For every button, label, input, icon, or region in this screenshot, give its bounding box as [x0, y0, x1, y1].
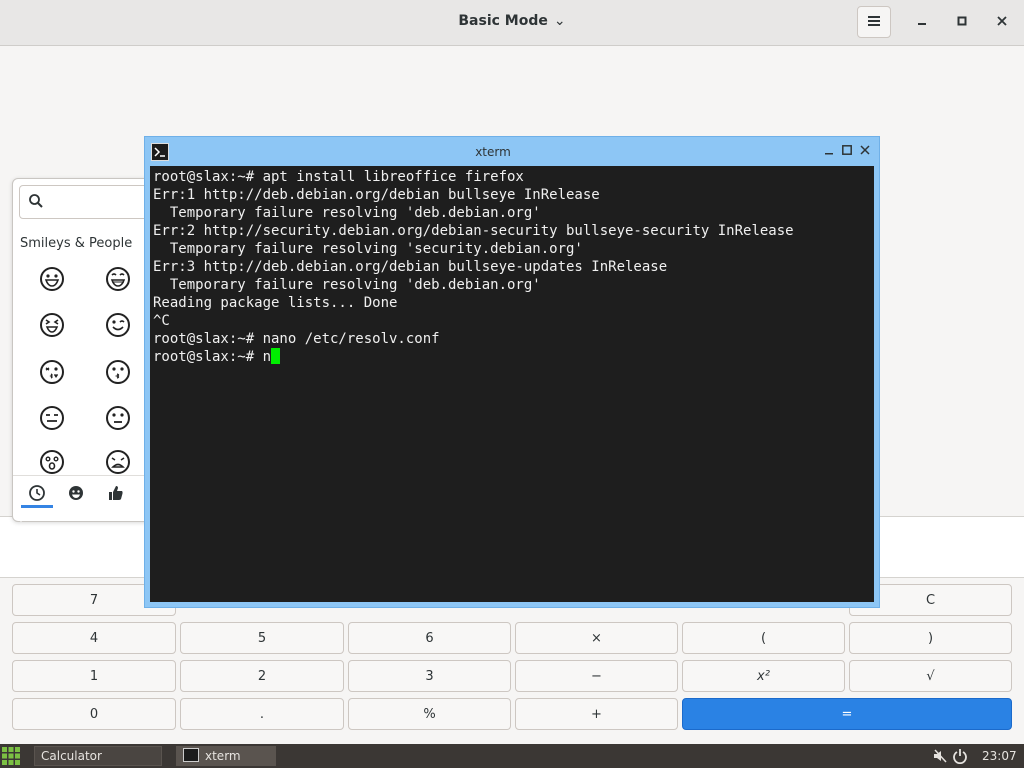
terminal-line: Temporary failure resolving 'deb.debian.…: [153, 205, 541, 221]
minimize-button[interactable]: [906, 6, 938, 38]
terminal-line: Err:3 http://deb.debian.org/debian bulls…: [153, 259, 668, 275]
neutral-face-emoji[interactable]: [105, 405, 131, 431]
terminal-line: root@slax:~# apt install libreoffice fir…: [153, 169, 524, 185]
kissing-heart-face-emoji[interactable]: [39, 359, 65, 385]
xterm-maximize-button[interactable]: [839, 143, 855, 159]
disappointed-face-emoji[interactable]: [105, 449, 131, 475]
key-close-paren[interactable]: ): [849, 622, 1012, 654]
emoji-category-label: Smileys & People: [20, 236, 133, 251]
terminal-icon: [183, 748, 199, 762]
power-icon[interactable]: [952, 748, 968, 764]
key-6[interactable]: 6: [348, 622, 511, 654]
key-square[interactable]: x²: [682, 660, 845, 692]
terminal-prompt-line: root@slax:~# n: [153, 349, 272, 365]
terminal-line: root@slax:~# nano /etc/resolv.conf: [153, 331, 440, 347]
key-5[interactable]: 5: [180, 622, 344, 654]
menu-button[interactable]: [857, 6, 891, 38]
terminal-line: Temporary failure resolving 'deb.debian.…: [153, 277, 541, 293]
xterm-titlebar[interactable]: xterm: [145, 137, 879, 167]
key-percent[interactable]: %: [348, 698, 511, 730]
start-menu-icon[interactable]: [2, 747, 20, 765]
emoji-category-tabs: [13, 475, 163, 521]
hamburger-icon: [868, 16, 880, 26]
taskbar-item-calculator[interactable]: Calculator: [34, 746, 162, 766]
clock[interactable]: 23:07: [982, 749, 1017, 763]
taskbar-item-label: xterm: [205, 749, 241, 763]
terminal-line: Reading package lists... Done: [153, 295, 398, 311]
terminal-screen[interactable]: root@slax:~# apt install libreoffice fir…: [150, 166, 874, 602]
key-1[interactable]: 1: [12, 660, 176, 692]
recent-clock-icon[interactable]: [28, 484, 46, 502]
terminal-output: root@slax:~# apt install libreoffice fir…: [150, 166, 874, 368]
terminal-line: Err:2 http://security.debian.org/debian-…: [153, 223, 794, 239]
squinting-face-emoji[interactable]: [39, 312, 65, 338]
emoji-picker-popover: Smileys & People: [12, 178, 164, 522]
maximize-icon: [957, 16, 967, 26]
active-tab-indicator: [21, 505, 53, 508]
terminal-cursor: [271, 348, 281, 364]
grinning-squinting-face-emoji[interactable]: [105, 266, 131, 292]
chevron-down-icon: ⌄: [553, 13, 566, 29]
expressionless-face-emoji[interactable]: [39, 405, 65, 431]
taskbar-item-label: Calculator: [41, 749, 102, 763]
minimize-icon: [825, 153, 833, 155]
popover-arrow: [14, 514, 28, 522]
key-3[interactable]: 3: [348, 660, 511, 692]
calculator-headerbar: Basic Mode ⌄: [0, 0, 1024, 46]
close-button[interactable]: [986, 6, 1018, 38]
taskbar-item-xterm[interactable]: xterm: [176, 746, 276, 766]
xterm-title: xterm: [475, 145, 511, 159]
winking-face-emoji[interactable]: [105, 312, 131, 338]
hushed-face-emoji[interactable]: [39, 449, 65, 475]
smileys-icon[interactable]: [67, 484, 85, 502]
mode-label: Basic Mode: [458, 13, 548, 29]
maximize-button[interactable]: [946, 6, 978, 38]
key-2[interactable]: 2: [180, 660, 344, 692]
key-decimal[interactable]: .: [180, 698, 344, 730]
key-0[interactable]: 0: [12, 698, 176, 730]
close-icon: [860, 145, 870, 155]
key-open-paren[interactable]: (: [682, 622, 845, 654]
xterm-window: xterm root@slax:~# apt install libreoffi…: [144, 136, 880, 608]
xterm-close-button[interactable]: [857, 143, 873, 159]
minimize-icon: [918, 23, 926, 25]
terminal-line: Temporary failure resolving 'security.de…: [153, 241, 583, 257]
key-multiply[interactable]: ×: [515, 622, 678, 654]
grinning-face-emoji[interactable]: [39, 266, 65, 292]
key-add[interactable]: +: [515, 698, 678, 730]
key-sqrt[interactable]: √: [849, 660, 1012, 692]
taskbar: Calculator xterm 23:07: [0, 744, 1024, 768]
maximize-icon: [842, 145, 852, 155]
xterm-minimize-button[interactable]: [821, 143, 837, 159]
key-4[interactable]: 4: [12, 622, 176, 654]
terminal-line: ^C: [153, 313, 170, 329]
emoji-search-input[interactable]: [19, 185, 163, 219]
thumbs-up-icon[interactable]: [107, 484, 125, 502]
volume-muted-icon[interactable]: [932, 748, 948, 764]
close-icon: [997, 16, 1007, 26]
key-equals[interactable]: =: [682, 698, 1012, 730]
search-icon: [29, 194, 43, 208]
kissing-face-emoji[interactable]: [105, 359, 131, 385]
key-subtract[interactable]: −: [515, 660, 678, 692]
terminal-line: Err:1 http://deb.debian.org/debian bulls…: [153, 187, 600, 203]
